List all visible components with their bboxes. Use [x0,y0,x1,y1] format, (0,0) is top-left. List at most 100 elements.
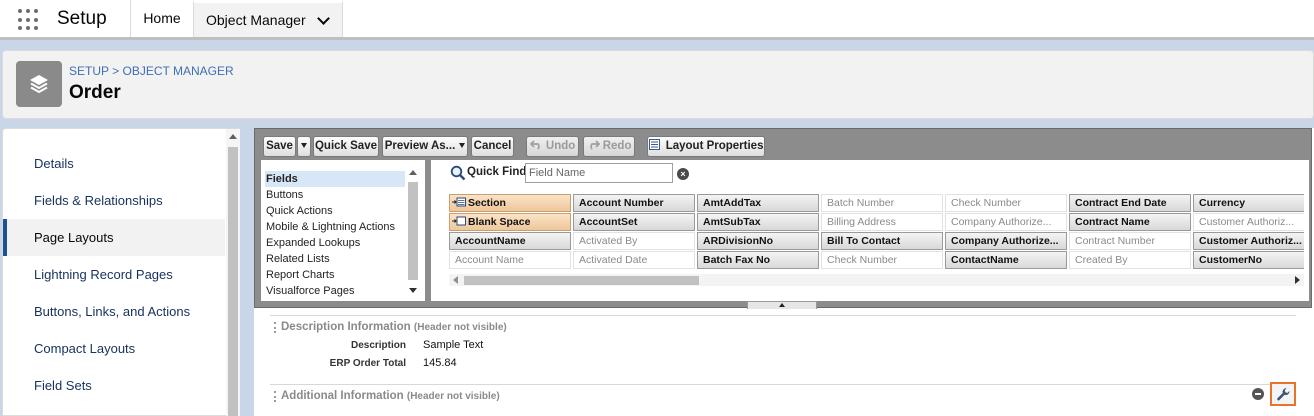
field-value-description[interactable]: Sample Text [423,339,483,351]
scrollbar-thumb[interactable] [464,276,699,285]
palette-horizontal-scrollbar[interactable] [449,274,1304,286]
save-dropdown-button[interactable] [297,136,311,157]
palette-field-item[interactable]: Currency [1193,194,1304,212]
palette-field-item[interactable]: AmtAddTax [697,194,819,212]
palette-field-label: AmtAddTax [703,197,762,209]
save-button[interactable]: Save [263,136,296,157]
section-header-hint: (Header not visible) [406,391,500,402]
palette-field-item[interactable]: Check Number [945,194,1067,212]
breadcrumb-object-manager-link[interactable]: OBJECT MANAGER [123,64,234,78]
palette-field-item[interactable]: Customer Authoriz... [1193,232,1304,250]
sidebar-item-field-sets[interactable]: Field Sets [3,367,225,404]
section-title: Additional Information (Header not visib… [281,390,500,402]
palette-field-item[interactable]: Check Number [821,251,943,269]
scrollbar-thumb[interactable] [228,147,238,416]
palette-category-list: Fields Buttons Quick Actions Mobile & Li… [261,160,431,301]
category-fields[interactable]: Fields [265,171,405,187]
palette-field-item[interactable]: CustomerNo [1193,251,1304,269]
caret-down-icon [301,143,307,149]
category-quick-actions[interactable]: Quick Actions [265,203,405,219]
scroll-right-arrow-icon[interactable] [1295,276,1300,284]
palette-field-label: Bill To Contact [827,235,901,247]
section-element-icon [452,197,466,207]
palette-field-item[interactable]: Company Authorize... [945,213,1067,231]
category-visualforce-pages[interactable]: Visualforce Pages [265,283,405,299]
palette-field-item[interactable]: Customer Authoriz... [1193,213,1304,231]
quick-save-button[interactable]: Quick Save [313,136,379,157]
palette-field-item[interactable]: Bill To Contact [821,232,943,250]
palette-field-item[interactable]: Activated Date [573,251,695,269]
cancel-button[interactable]: Cancel [471,136,514,157]
field-value-erp-order-total[interactable]: 145.84 [423,357,457,369]
object-header: SETUP > OBJECT MANAGER Order [2,50,1314,119]
category-report-charts[interactable]: Report Charts [265,267,405,283]
undo-button[interactable]: Undo [526,136,579,157]
palette-field-item[interactable]: ContactName [945,251,1067,269]
sidebar-item-compact-layouts[interactable]: Compact Layouts [3,330,225,367]
section-header-hint: (Header not visible) [413,322,507,333]
category-related-lists[interactable]: Related Lists [265,251,405,267]
chevron-down-icon[interactable] [317,12,330,25]
breadcrumb-setup-link[interactable]: SETUP [69,64,109,78]
scroll-up-arrow-icon[interactable] [229,134,237,139]
drag-handle-icon[interactable] [274,391,276,402]
breadcrumb: SETUP > OBJECT MANAGER [69,64,234,78]
remove-section-icon[interactable] [1252,388,1264,400]
sidebar-item-page-layouts[interactable]: Page Layouts [3,219,225,256]
palette-field-item[interactable]: AmtSubTax [697,213,819,231]
palette-field-item[interactable]: ARDivisionNo [697,232,819,250]
palette-field-item[interactable]: Contract End Date [1069,194,1191,212]
palette-field-item[interactable]: Company Authorize... [945,232,1067,250]
palette-field-item[interactable]: Activated By [573,232,695,250]
quick-find-label: Quick Find [467,166,527,178]
tab-object-manager[interactable]: Object Manager [193,0,343,37]
quick-find-input[interactable] [525,163,673,183]
palette-field-element[interactable]: Section [449,194,571,212]
layout-properties-button[interactable]: Layout Properties [647,136,765,157]
sidebar-item-fields-relationships[interactable]: Fields & Relationships [3,182,225,219]
sidebar-item-buttons-links-actions[interactable]: Buttons, Links, and Actions [3,293,225,330]
tab-home[interactable]: Home [131,0,193,37]
redo-button[interactable]: Redo [583,136,635,157]
section-description-information[interactable]: Description Information (Header not visi… [270,315,1296,371]
palette-field-label: Account Number [579,197,664,209]
drag-handle-icon[interactable] [274,322,276,333]
palette-field-label: AccountName [455,235,526,247]
sidebar-scrollbar[interactable] [226,129,240,416]
layout-properties-label: Layout Properties [665,140,764,152]
collapse-up-icon [779,303,785,307]
layout-editor: Save Quick Save Preview As... Cancel Und… [254,128,1314,416]
palette-field-item[interactable]: Billing Address [821,213,943,231]
sidebar-item-lightning-record-pages[interactable]: Lightning Record Pages [3,256,225,293]
palette-field-item[interactable]: Account Name [449,251,571,269]
category-scrollbar[interactable] [407,166,419,296]
section-additional-information[interactable]: Additional Information (Header not visib… [270,382,1296,416]
scroll-up-arrow-icon[interactable] [409,170,417,175]
scrollbar-thumb[interactable] [408,182,418,280]
palette-field-label: Blank Space [468,216,531,228]
palette-field-label: CustomerNo [1199,254,1263,266]
palette-field-item[interactable]: AccountName [449,232,571,250]
category-mobile-lightning-actions[interactable]: Mobile & Lightning Actions [265,219,405,235]
palette-field-element[interactable]: Blank Space [449,213,571,231]
palette-field-label: Section [468,197,506,209]
palette-field-item[interactable]: Created By [1069,251,1191,269]
global-header: Setup Home Object Manager [0,0,1314,40]
palette-field-item[interactable]: Contract Name [1069,213,1191,231]
palette-field-item[interactable]: Contract Number [1069,232,1191,250]
palette-collapse-toggle[interactable] [747,301,817,309]
palette-field-item[interactable]: Batch Fax No [697,251,819,269]
palette-field-label: Batch Fax No [703,254,771,266]
palette-field-item[interactable]: Batch Number [821,194,943,212]
category-buttons[interactable]: Buttons [265,187,405,203]
scroll-left-arrow-icon[interactable] [453,276,458,284]
clear-search-icon[interactable]: × [677,168,689,180]
preview-as-button[interactable]: Preview As... [382,136,468,157]
app-launcher-icon[interactable] [18,9,40,31]
sidebar-item-details[interactable]: Details [3,145,225,182]
palette-field-item[interactable]: Account Number [573,194,695,212]
category-expanded-lookups[interactable]: Expanded Lookups [265,235,405,251]
section-properties-button[interactable] [1270,382,1296,406]
palette-field-item[interactable]: AccountSet [573,213,695,231]
scroll-down-arrow-icon[interactable] [409,288,417,293]
